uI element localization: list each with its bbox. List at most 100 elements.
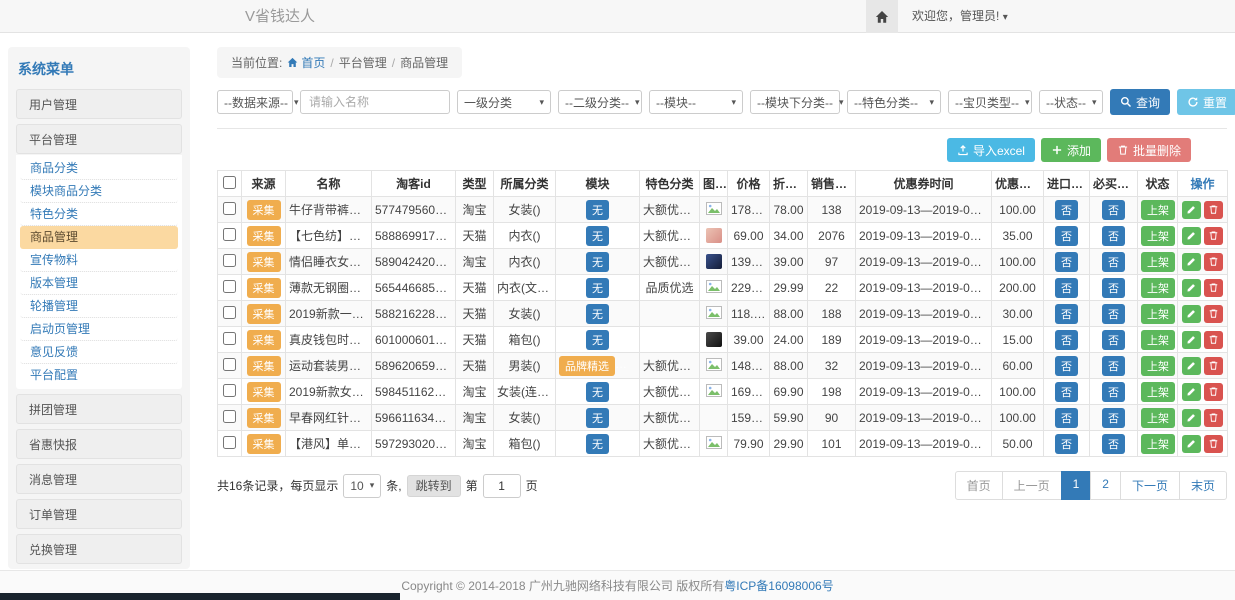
breadcrumb-item[interactable]: 平台管理 [339,54,387,71]
must-buy-toggle[interactable]: 否 [1102,330,1125,350]
import-select-toggle[interactable]: 否 [1055,382,1078,402]
home-button[interactable] [866,0,898,33]
page-button[interactable]: 2 [1090,471,1121,500]
edit-button[interactable] [1182,409,1201,427]
status-toggle[interactable]: 上架 [1141,278,1175,298]
sidebar-item[interactable]: 平台配置 [20,364,178,387]
status-toggle[interactable]: 上架 [1141,200,1175,220]
must-buy-toggle[interactable]: 否 [1102,408,1125,428]
status-toggle[interactable]: 上架 [1141,304,1175,324]
import-excel-button[interactable]: 导入excel [947,138,1035,162]
search-button[interactable]: 查询 [1110,89,1170,115]
delete-button[interactable] [1204,279,1223,297]
import-select-toggle[interactable]: 否 [1055,252,1078,272]
edit-button[interactable] [1182,331,1201,349]
status-toggle[interactable]: 上架 [1141,382,1175,402]
delete-button[interactable] [1204,331,1223,349]
filter-select[interactable]: --数据来源--▾ [217,90,293,114]
import-select-toggle[interactable]: 否 [1055,408,1078,428]
sidebar-item[interactable]: 意见反馈 [20,341,178,364]
edit-button[interactable] [1182,253,1201,271]
filter-select[interactable]: --模块--▾ [649,90,743,114]
row-checkbox[interactable] [223,358,236,371]
delete-button[interactable] [1204,201,1223,219]
jump-button[interactable]: 跳转到 [407,475,461,497]
must-buy-toggle[interactable]: 否 [1102,382,1125,402]
status-toggle[interactable]: 上架 [1141,330,1175,350]
row-checkbox[interactable] [223,384,236,397]
status-toggle[interactable]: 上架 [1141,252,1175,272]
user-menu[interactable]: 欢迎您，管理员! ▾ [898,0,1022,33]
delete-button[interactable] [1204,305,1223,323]
sidebar-group-heading[interactable]: 省惠快报 [16,429,182,459]
import-select-toggle[interactable]: 否 [1055,356,1078,376]
row-checkbox[interactable] [223,436,236,449]
page-button[interactable]: 下一页 [1120,471,1180,500]
must-buy-toggle[interactable]: 否 [1102,304,1125,324]
sidebar-item[interactable]: 版本管理 [20,272,178,295]
batch-delete-button[interactable]: 批量删除 [1107,138,1191,162]
row-checkbox[interactable] [223,280,236,293]
edit-button[interactable] [1182,357,1201,375]
must-buy-toggle[interactable]: 否 [1102,356,1125,376]
row-checkbox[interactable] [223,202,236,215]
filter-select[interactable]: --模块下分类--▾ [750,90,840,114]
status-toggle[interactable]: 上架 [1141,434,1175,454]
row-checkbox[interactable] [223,410,236,423]
page-button[interactable]: 上一页 [1002,471,1062,500]
must-buy-toggle[interactable]: 否 [1102,226,1125,246]
must-buy-toggle[interactable]: 否 [1102,278,1125,298]
import-select-toggle[interactable]: 否 [1055,200,1078,220]
select-all-checkbox[interactable] [223,176,236,189]
import-select-toggle[interactable]: 否 [1055,278,1078,298]
edit-button[interactable] [1182,305,1201,323]
sidebar-group-heading[interactable]: 订单管理 [16,499,182,529]
breadcrumb-home-link[interactable]: 首页 [287,54,325,71]
must-buy-toggle[interactable]: 否 [1102,434,1125,454]
per-page-select[interactable]: 10 ▾ [343,474,381,498]
sidebar-item[interactable]: 商品管理 [20,226,178,249]
must-buy-toggle[interactable]: 否 [1102,252,1125,272]
import-select-toggle[interactable]: 否 [1055,304,1078,324]
edit-button[interactable] [1182,383,1201,401]
delete-button[interactable] [1204,383,1223,401]
sidebar-item[interactable]: 轮播管理 [20,295,178,318]
delete-button[interactable] [1204,227,1223,245]
filter-select[interactable]: --二级分类--▾ [558,90,642,114]
status-toggle[interactable]: 上架 [1141,356,1175,376]
edit-button[interactable] [1182,279,1201,297]
sidebar-group-heading[interactable]: 用户管理 [16,89,182,119]
page-button[interactable]: 1 [1061,471,1092,500]
delete-button[interactable] [1204,409,1223,427]
edit-button[interactable] [1182,227,1201,245]
filter-select[interactable]: --宝贝类型--▾ [948,90,1032,114]
sidebar-item[interactable]: 启动页管理 [20,318,178,341]
import-select-toggle[interactable]: 否 [1055,226,1078,246]
sidebar-item[interactable]: 特色分类 [20,203,178,226]
status-toggle[interactable]: 上架 [1141,226,1175,246]
page-number-input[interactable] [483,474,521,498]
row-checkbox[interactable] [223,228,236,241]
icp-link[interactable]: 粤ICP备16098006号 [724,579,833,593]
delete-button[interactable] [1204,435,1223,453]
reset-button[interactable]: 重置 [1177,89,1235,115]
row-checkbox[interactable] [223,332,236,345]
page-button[interactable]: 末页 [1179,471,1227,500]
add-button[interactable]: 添加 [1041,138,1101,162]
status-toggle[interactable]: 上架 [1141,408,1175,428]
sidebar-group-heading[interactable]: 兑换管理 [16,534,182,564]
import-select-toggle[interactable]: 否 [1055,434,1078,454]
page-button[interactable]: 首页 [955,471,1003,500]
delete-button[interactable] [1204,357,1223,375]
sidebar-item[interactable]: 模块商品分类 [20,180,178,203]
filter-select[interactable]: --特色分类--▾ [847,90,941,114]
sidebar-group-heading[interactable]: 平台管理 [16,124,182,154]
filter-select[interactable]: --状态--▾ [1039,90,1103,114]
sidebar-item[interactable]: 商品分类 [20,157,178,180]
filter-select[interactable]: 一级分类▾ [457,90,551,114]
sidebar-group-heading[interactable]: 消息管理 [16,464,182,494]
edit-button[interactable] [1182,435,1201,453]
name-search-input[interactable] [300,90,450,114]
must-buy-toggle[interactable]: 否 [1102,200,1125,220]
sidebar-item[interactable]: 宣传物料 [20,249,178,272]
